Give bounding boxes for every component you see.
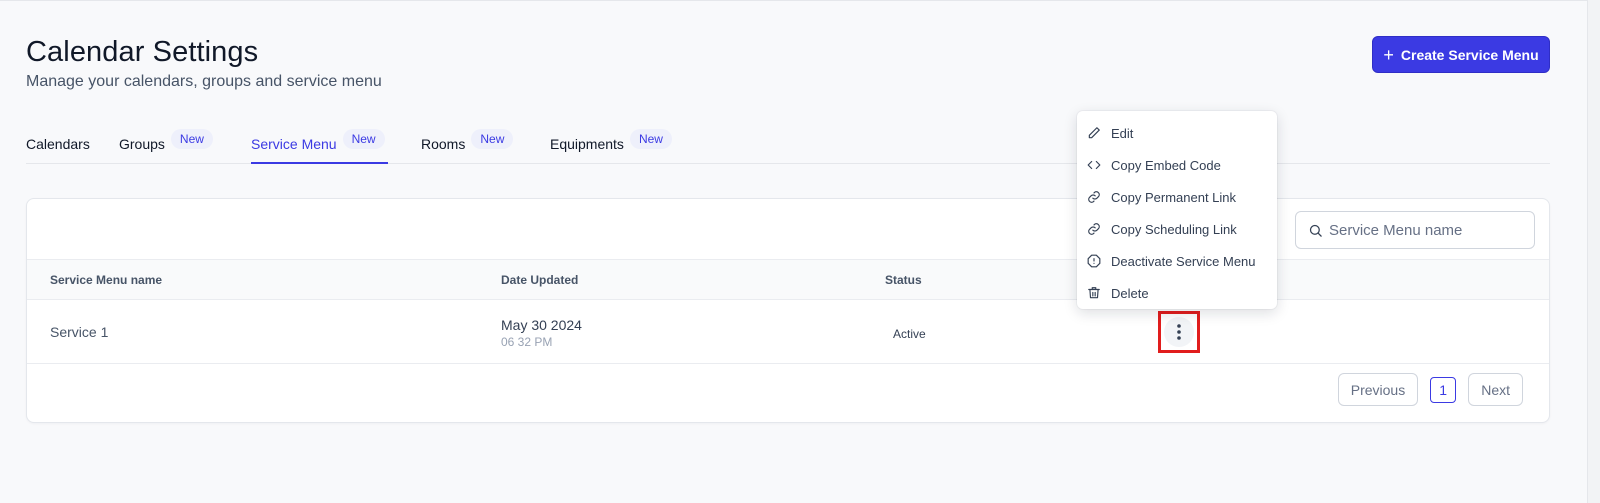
menu-item-label: Copy Permanent Link — [1111, 189, 1237, 205]
new-badge: New — [471, 129, 514, 149]
column-header-name: Service Menu name — [50, 273, 163, 287]
menu-item-deactivate[interactable]: Deactivate Service Menu — [1077, 245, 1277, 277]
tab-label: Equipments — [550, 136, 624, 152]
search-input[interactable] — [1329, 221, 1519, 239]
menu-item-copy-permanent-link[interactable]: Copy Permanent Link — [1077, 181, 1277, 213]
pencil-icon — [1088, 127, 1100, 139]
menu-item-label: Copy Scheduling Link — [1111, 221, 1237, 237]
link-icon — [1088, 223, 1100, 235]
octagon-alert-icon — [1087, 254, 1101, 268]
menu-item-copy-scheduling-link[interactable]: Copy Scheduling Link — [1077, 213, 1277, 245]
menu-item-label: Copy Embed Code — [1111, 157, 1221, 173]
new-badge: New — [629, 129, 672, 149]
menu-item-edit[interactable]: Edit — [1077, 117, 1277, 149]
tab-label: Rooms — [421, 136, 466, 152]
menu-item-label: Edit — [1111, 125, 1134, 141]
date-updated: May 30 2024 — [501, 317, 582, 333]
service-menu-table-card: Service Menu name Date Updated Status Se… — [26, 198, 1550, 423]
tab-label: Service Menu — [251, 136, 337, 152]
column-header-date: Date Updated — [501, 273, 579, 287]
tab-label: Groups — [119, 136, 165, 152]
tab-calendars[interactable]: Calendars — [26, 120, 90, 164]
page-subtitle: Manage your calendars, groups and servic… — [26, 73, 382, 90]
previous-page-button[interactable]: Previous — [1337, 373, 1419, 406]
actions-highlight — [1158, 311, 1200, 353]
tab-equipments[interactable]: Equipments New — [550, 120, 672, 164]
column-header-status: Status — [885, 273, 922, 287]
top-divider — [0, 0, 1587, 1]
table-row[interactable]: Service 1 May 30 2024 06 32 PM Active — [27, 300, 1549, 364]
search-icon — [1309, 224, 1322, 237]
tab-service-menu[interactable]: Service Menu New — [251, 120, 388, 164]
more-vertical-icon — [1177, 324, 1181, 340]
tab-rooms[interactable]: Rooms New — [421, 120, 514, 164]
plus-icon: + — [1383, 44, 1394, 65]
tab-label: Calendars — [26, 136, 90, 152]
create-service-menu-label: Create Service Menu — [1400, 46, 1539, 63]
row-actions-button[interactable] — [1164, 317, 1194, 347]
tab-groups[interactable]: Groups New — [119, 120, 213, 164]
status-text: Active — [893, 327, 926, 341]
time-updated: 06 32 PM — [501, 335, 553, 349]
table-header: Service Menu name Date Updated Status — [27, 259, 1549, 300]
next-page-button[interactable]: Next — [1468, 373, 1523, 406]
menu-item-copy-embed-code[interactable]: Copy Embed Code — [1077, 149, 1277, 181]
code-icon — [1087, 160, 1101, 170]
search-field[interactable] — [1295, 211, 1535, 249]
page-title: Calendar Settings — [26, 36, 259, 68]
page-number-button[interactable]: 1 — [1430, 376, 1457, 403]
menu-item-label: Deactivate Service Menu — [1111, 253, 1256, 269]
menu-item-delete[interactable]: Delete — [1077, 277, 1277, 309]
new-badge: New — [342, 129, 385, 149]
create-service-menu-button[interactable]: + Create Service Menu — [1372, 36, 1550, 73]
scrollbar-track[interactable] — [1587, 0, 1600, 503]
tab-bar: Calendars Groups New Service Menu New Ro… — [26, 120, 1550, 164]
new-badge: New — [170, 129, 213, 149]
service-name: Service 1 — [50, 324, 109, 340]
row-actions-menu: Edit Copy Embed Code Copy Permanent Link… — [1077, 111, 1277, 309]
link-icon — [1088, 191, 1100, 203]
trash-icon — [1088, 287, 1100, 299]
menu-item-label: Delete — [1111, 285, 1149, 301]
pagination: Previous 1 Next — [1337, 373, 1523, 406]
